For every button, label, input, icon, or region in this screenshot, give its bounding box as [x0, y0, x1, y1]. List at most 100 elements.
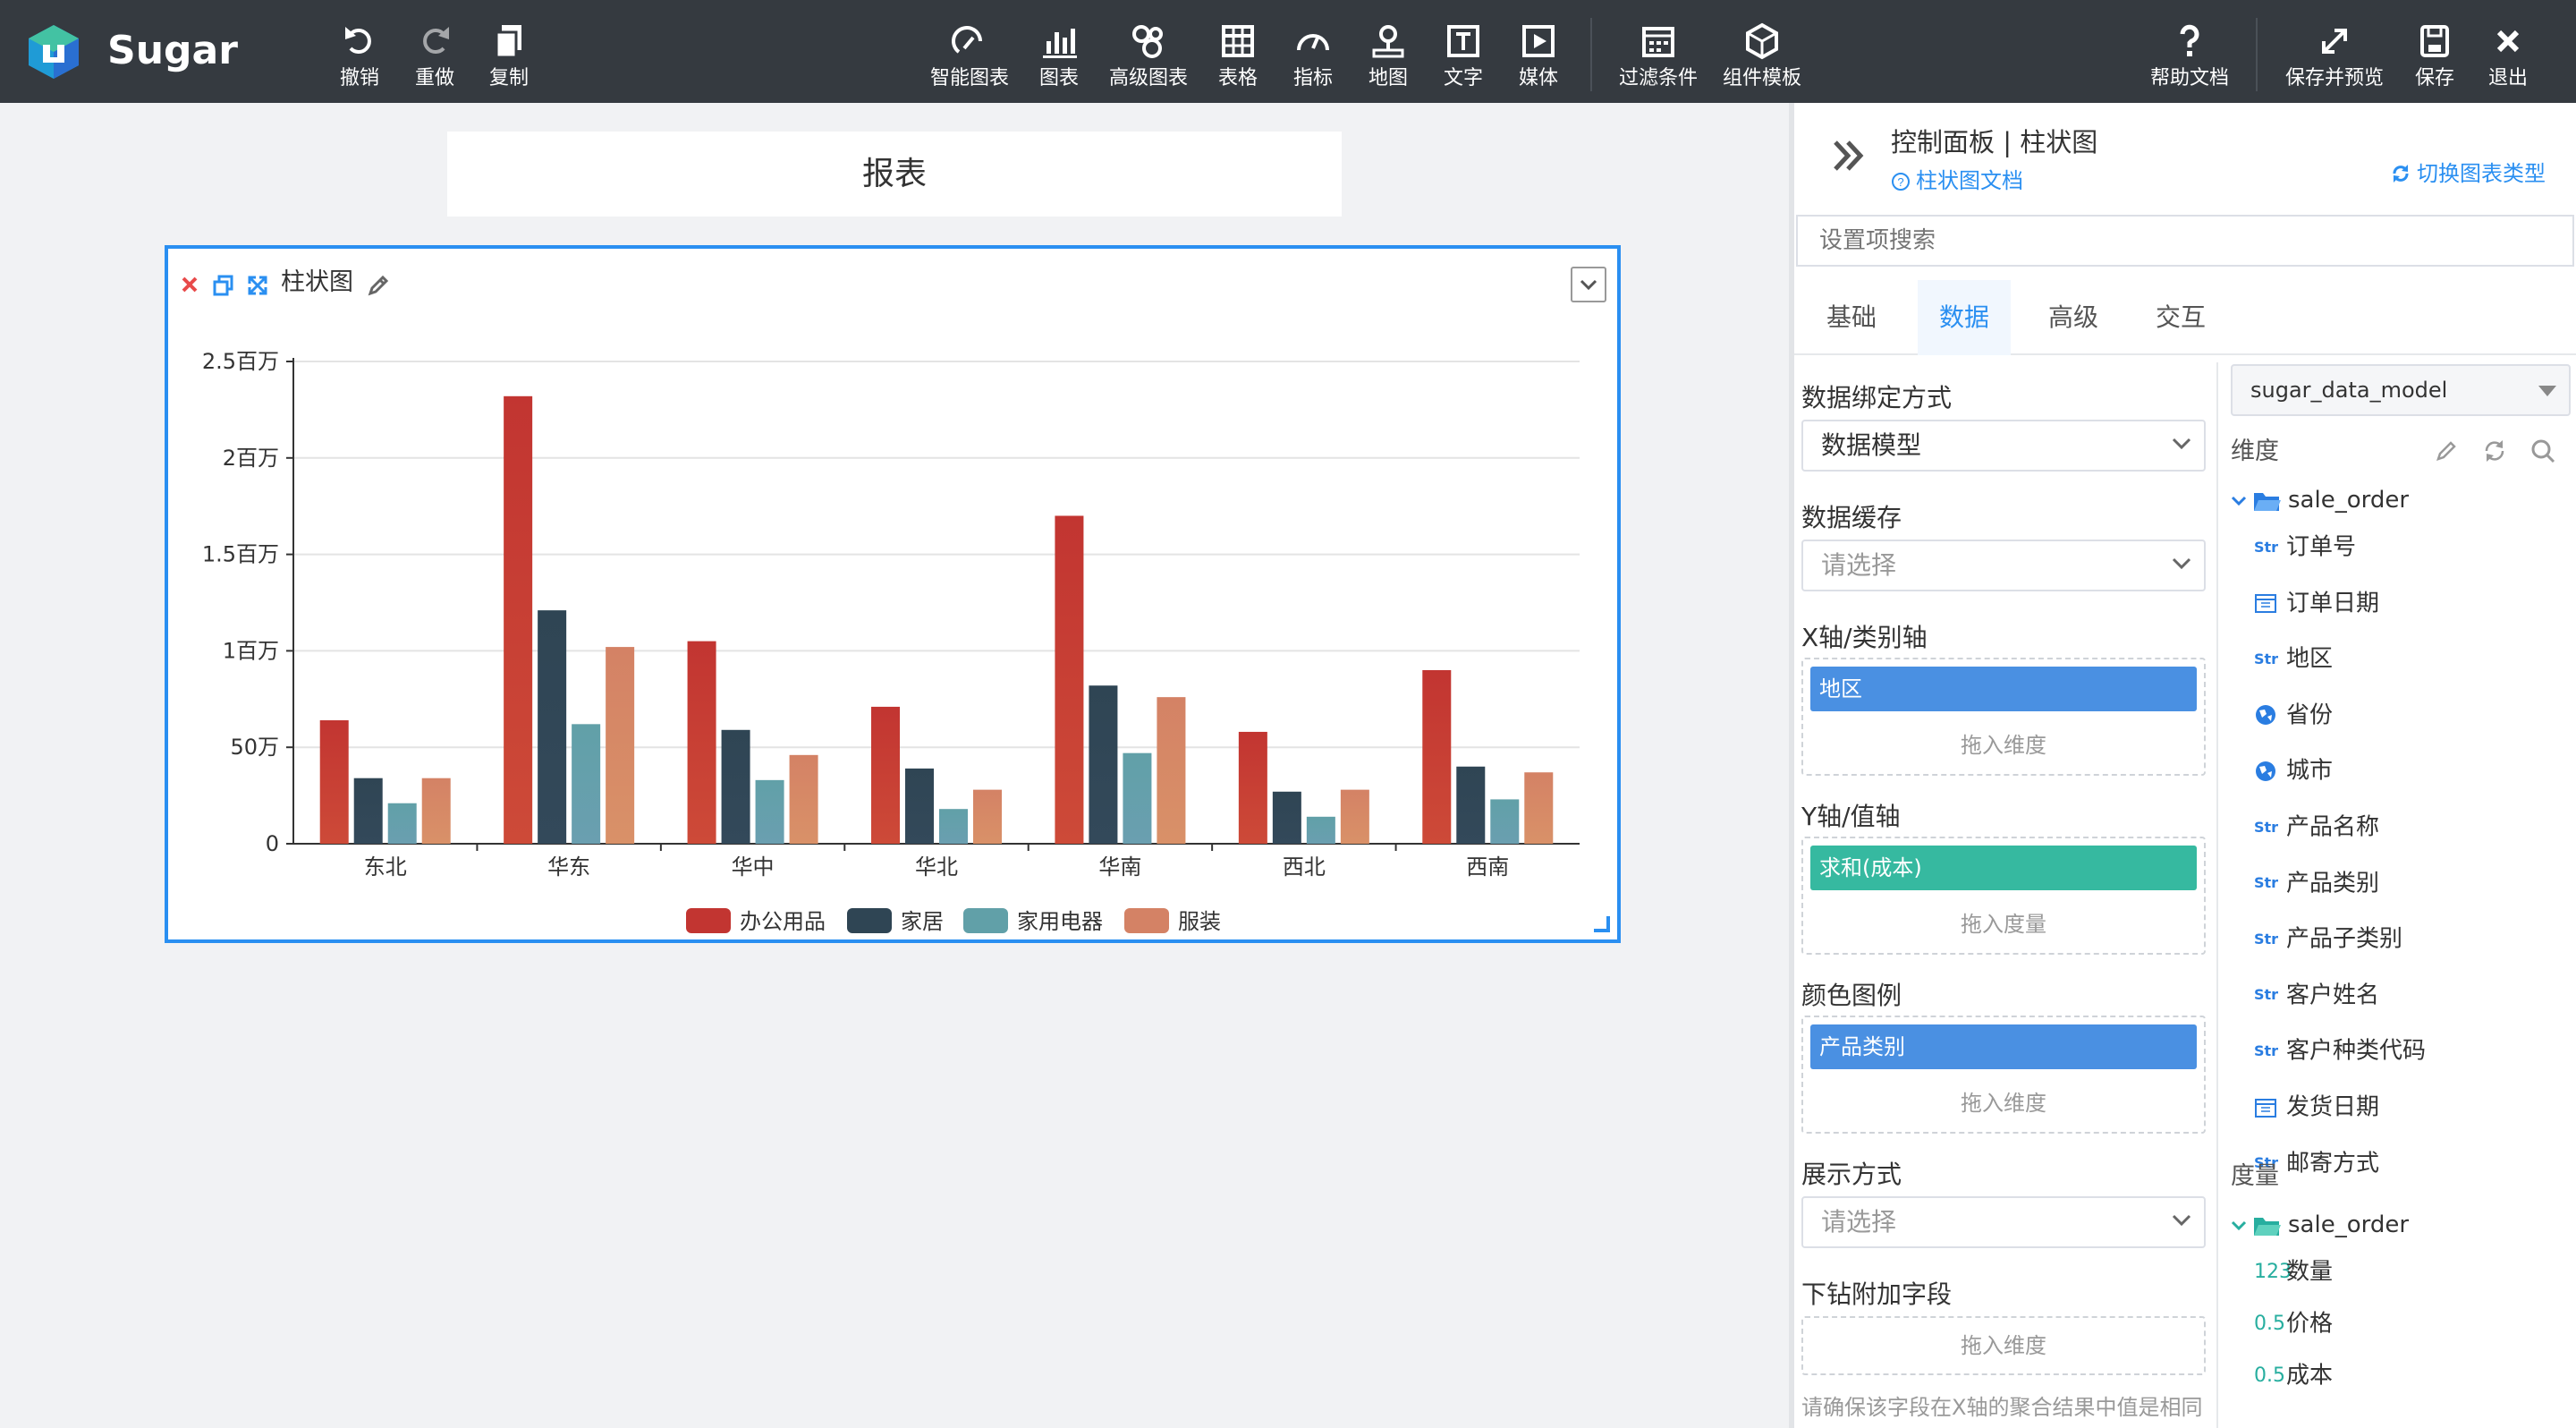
sugar-logo-icon: [27, 23, 80, 81]
resize-handle-icon[interactable]: [1592, 914, 1610, 932]
smart-chart-button[interactable]: 智能图表: [919, 18, 1020, 93]
control-panel-tabs: 基础 数据 高级 交互: [1794, 280, 2576, 355]
chevron-down-icon: [2172, 438, 2191, 450]
collapse-panel-icon[interactable]: [1830, 137, 1868, 174]
measure-field[interactable]: 123数量: [2254, 1254, 2333, 1289]
tab-data[interactable]: 数据: [1918, 280, 2011, 355]
tab-interaction[interactable]: 交互: [2131, 280, 2231, 355]
expand-icon: [2322, 29, 2347, 54]
help-label: 帮助文档: [2149, 67, 2229, 89]
toolbar-divider: [1590, 18, 1592, 91]
folder-open-icon: [2254, 1217, 2281, 1236]
report-title[interactable]: 报表: [447, 132, 1342, 217]
chevron-down-icon: [2172, 557, 2191, 570]
bar-家用电器: [1490, 799, 1520, 844]
dimension-field-name: 产品名称: [2286, 813, 2380, 841]
dimension-field-name: 城市: [2286, 757, 2334, 785]
bar-家居: [1272, 791, 1301, 844]
bar-chart-plot: 0 50万 1百万 1.5百万 2百万 2.5百万东北 华东 华中 华北 华南 西北 西南办公用品 家居…: [202, 349, 1580, 934]
x-axis-dropzone[interactable]: 地区 拖入维度: [1801, 658, 2206, 776]
y-axis-dropzone[interactable]: 求和(成本) 拖入度量: [1801, 837, 2206, 955]
number-type-icon: 0.5: [2254, 1364, 2285, 1387]
x-tick-label: 西北: [1283, 854, 1326, 880]
edit-pencil-icon[interactable]: [365, 274, 390, 299]
settings-search-input[interactable]: [1796, 215, 2574, 267]
help-circle-icon: ?: [1892, 173, 1910, 191]
chart-button[interactable]: 图表: [1009, 18, 1109, 93]
dimension-field[interactable]: Str 订单号: [2254, 529, 2356, 565]
legend-label: 家居: [901, 909, 944, 934]
data-model-select[interactable]: sugar_data_model: [2231, 364, 2571, 416]
data-cache-select[interactable]: 请选择: [1801, 540, 2206, 591]
data-settings-column: 数据绑定方式 数据模型 数据缓存 请选择 X轴/类别轴 地区 拖入维度 Y轴/值…: [1794, 362, 2216, 1428]
measure-folder[interactable]: sale_order: [2231, 1209, 2409, 1241]
switch-chart-type-link[interactable]: 切换图表类型: [2390, 158, 2546, 189]
switch-chart-type-label: 切换图表类型: [2417, 161, 2546, 186]
tab-advanced[interactable]: 高级: [2023, 280, 2123, 355]
measure-field[interactable]: 0.5成本: [2254, 1357, 2333, 1393]
copy-label: 复制: [488, 67, 529, 89]
drill-field-dropzone[interactable]: 拖入维度: [1801, 1316, 2206, 1375]
report-canvas[interactable]: 报表 柱状图 0 50万 1百万 1.5百万 2百万 2.5百万 东北 华东 华中 华北 华南 西北 西…: [0, 103, 1789, 1428]
drill-field-note: 请确保该字段在X轴的聚合结果中值是相同的，从而获得正确的结果: [1801, 1395, 2203, 1428]
refresh-icon[interactable]: [2481, 438, 2508, 464]
fullscreen-icon[interactable]: [247, 275, 268, 296]
tab-basic[interactable]: 基础: [1801, 280, 1902, 355]
dimension-field[interactable]: Str 产品类别: [2254, 865, 2379, 901]
dimension-field-name: 订单号: [2286, 533, 2357, 561]
bar-办公用品: [871, 706, 900, 844]
display-mode-label: 展示方式: [1801, 1160, 1902, 1189]
dimension-field[interactable]: Str 客户种类代码: [2254, 1033, 2426, 1068]
save-icon: [2420, 25, 2449, 57]
x-axis-field-chip[interactable]: 地区: [1810, 667, 2197, 711]
filter-button[interactable]: 过滤条件: [1608, 18, 1708, 93]
bar-办公用品: [1422, 669, 1452, 844]
binding-method-label: 数据绑定方式: [1801, 383, 1953, 412]
color-legend-dropzone[interactable]: 产品类别 拖入维度: [1801, 1016, 2206, 1134]
string-type-icon: Str: [2254, 874, 2279, 892]
dimension-field-name: 产品类别: [2286, 870, 2380, 897]
dimension-field[interactable]: Str 地区: [2254, 641, 2333, 676]
exit-label: 退出: [2487, 67, 2528, 89]
advanced-chart-button[interactable]: 高级图表: [1098, 18, 1199, 93]
dimension-field[interactable]: Str 客户姓名: [2254, 977, 2379, 1013]
exit-button[interactable]: 退出: [2458, 18, 2558, 93]
component-template-button[interactable]: 组件模板: [1712, 18, 1812, 93]
search-icon[interactable]: [2529, 438, 2556, 464]
save-preview-button[interactable]: 保存并预览: [2284, 18, 2385, 93]
dimension-field[interactable]: 城市: [2254, 752, 2333, 788]
string-type-icon: Str: [2254, 930, 2279, 948]
measure-field[interactable]: 0.5价格: [2254, 1305, 2333, 1341]
dimension-section-label: 维度: [2231, 438, 2279, 465]
chart-menu-dropdown[interactable]: [1571, 267, 1606, 302]
globe-icon: [2256, 705, 2275, 726]
bar-家用电器: [387, 803, 417, 844]
bar-服装: [1524, 772, 1554, 844]
string-type-icon: Str: [2254, 818, 2279, 836]
copy-button[interactable]: 复制: [459, 18, 559, 93]
dimension-field-name: 订单日期: [2286, 590, 2380, 617]
y-tick-label: 0: [266, 831, 279, 856]
chart-doc-link-label: 柱状图文档: [1916, 168, 2023, 193]
duplicate-icon[interactable]: [213, 275, 234, 296]
edit-pencil-icon[interactable]: [2433, 438, 2460, 464]
help-button[interactable]: 帮助文档: [2140, 18, 2240, 93]
chart-doc-link[interactable]: ? 柱状图文档: [1891, 166, 2023, 196]
dimension-field-name: 客户种类代码: [2286, 1037, 2427, 1065]
dimension-field[interactable]: 省份: [2254, 697, 2333, 733]
dimension-field-name: 省份: [2286, 701, 2334, 729]
y-axis-field-chip[interactable]: 求和(成本): [1810, 846, 2197, 890]
bar-服装: [789, 754, 818, 844]
display-mode-select[interactable]: 请选择: [1801, 1196, 2206, 1248]
dimension-field[interactable]: Str 产品子类别: [2254, 921, 2402, 956]
binding-method-select[interactable]: 数据模型: [1801, 420, 2206, 472]
dimension-folder[interactable]: sale_order: [2231, 484, 2409, 516]
delete-icon[interactable]: [181, 276, 199, 293]
dimension-field[interactable]: 订单日期: [2254, 585, 2379, 621]
color-legend-field-chip[interactable]: 产品类别: [1810, 1024, 2197, 1069]
bar-chart-component[interactable]: 柱状图 0 50万 1百万 1.5百万 2百万 2.5百万 东北 华东 华中 华北 华南 西北 西南 办公…: [165, 245, 1621, 943]
dimension-field[interactable]: Str 产品名称: [2254, 809, 2379, 845]
media-button[interactable]: 媒体: [1488, 18, 1589, 93]
legend-label: 服装: [1178, 909, 1221, 934]
dimension-field[interactable]: 发货日期: [2254, 1089, 2379, 1125]
